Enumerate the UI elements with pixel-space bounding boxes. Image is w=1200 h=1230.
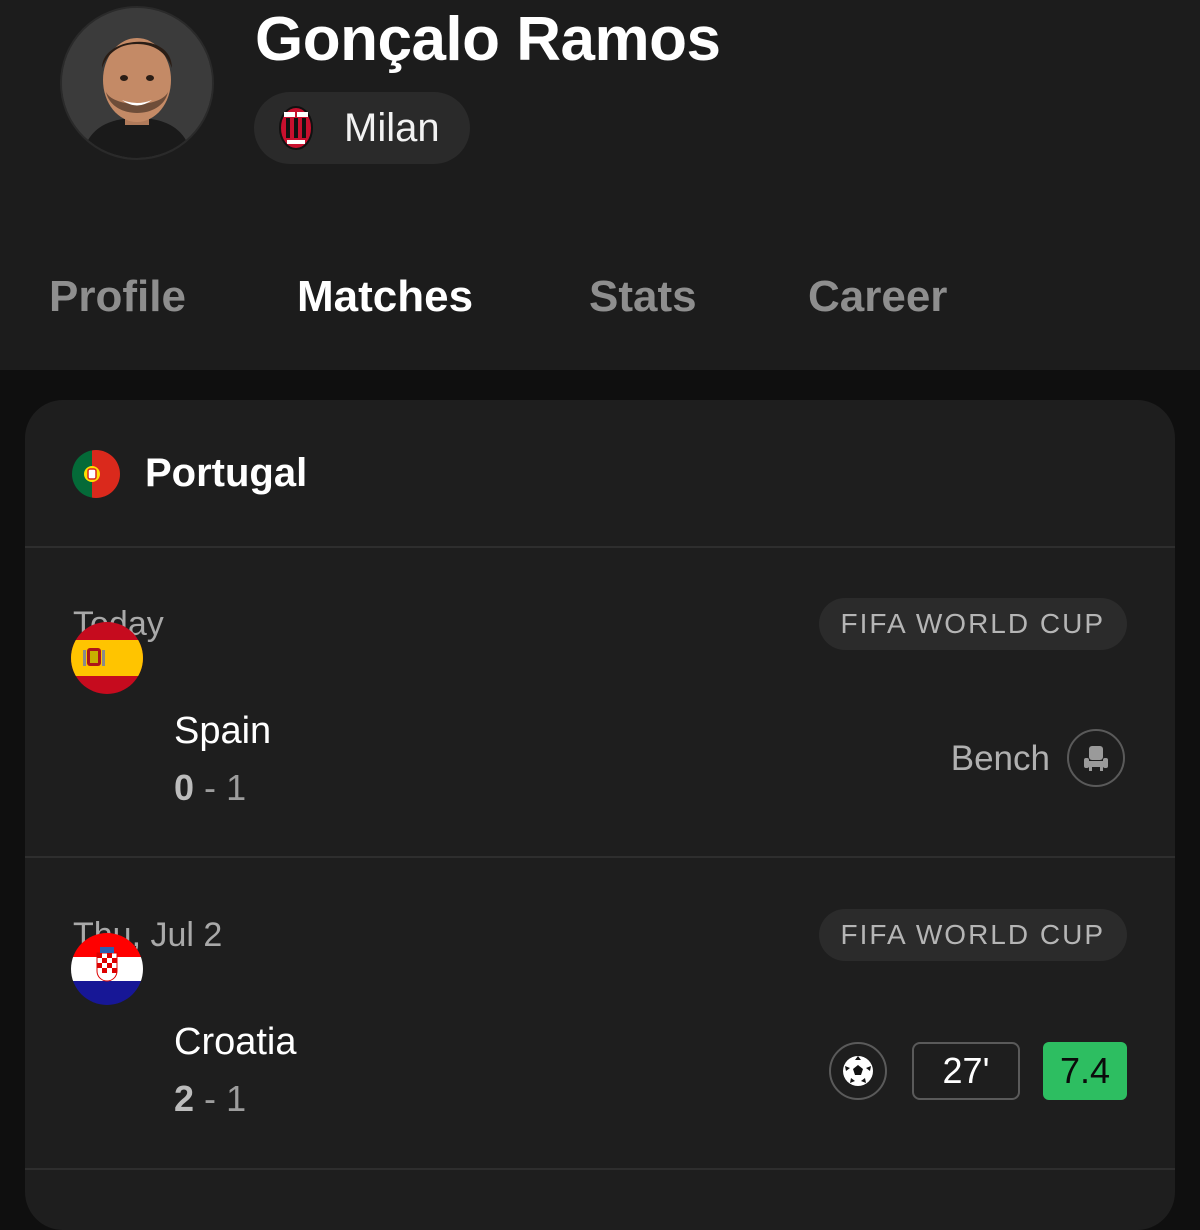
club-chip[interactable]: Milan xyxy=(254,92,470,164)
opponent-name: Spain xyxy=(174,710,272,752)
bench-seat-icon xyxy=(1067,729,1125,787)
tab-profile[interactable]: Profile xyxy=(49,262,186,332)
player-header: Gonçalo Ramos Milan Profile Matches Stat… xyxy=(0,0,1200,370)
player-name: Gonçalo Ramos xyxy=(255,5,721,74)
score-own: 0 xyxy=(174,767,195,808)
match-score: 0 - 1 xyxy=(174,763,246,813)
match-score: 2 - 1 xyxy=(174,1074,246,1124)
team-header[interactable]: Portugal xyxy=(25,400,1175,546)
matches-card: Portugal Today FIFA WORLD CUP Spain 0 - … xyxy=(25,400,1175,1230)
player-tabs: Profile Matches Stats Career xyxy=(0,262,1200,332)
match-row[interactable]: Today FIFA WORLD CUP Spain 0 - 1 Bench xyxy=(25,548,1175,858)
bench-label: Bench xyxy=(950,739,1050,778)
score-opponent: 1 xyxy=(226,767,247,808)
club-name: Milan xyxy=(344,105,440,150)
score-separator: - xyxy=(204,1078,217,1119)
competition-badge[interactable]: FIFA WORLD CUP xyxy=(818,909,1127,961)
opponent-name: Croatia xyxy=(174,1021,297,1063)
spain-flag-icon xyxy=(71,622,143,694)
milan-crest-icon xyxy=(279,106,313,150)
player-photo-icon xyxy=(62,8,212,158)
divider xyxy=(25,856,1175,858)
soccer-ball-icon xyxy=(829,1042,887,1100)
tab-matches[interactable]: Matches xyxy=(297,262,473,332)
competition-badge[interactable]: FIFA WORLD CUP xyxy=(818,598,1127,650)
goal-minute: 27' xyxy=(912,1042,1020,1100)
tab-stats[interactable]: Stats xyxy=(589,262,697,332)
score-separator: - xyxy=(204,767,217,808)
team-name: Portugal xyxy=(145,451,308,495)
divider xyxy=(25,1168,1175,1170)
portugal-flag-icon xyxy=(72,450,120,498)
player-rating[interactable]: 7.4 xyxy=(1043,1042,1127,1100)
score-opponent: 1 xyxy=(226,1078,247,1119)
croatia-flag-icon xyxy=(71,933,143,1005)
match-row[interactable]: Thu, Jul 2 FIFA WORLD CUP Croatia 2 - 1 … xyxy=(25,859,1175,1169)
player-avatar xyxy=(60,6,214,160)
tab-career[interactable]: Career xyxy=(808,262,947,332)
score-own: 2 xyxy=(174,1078,195,1119)
